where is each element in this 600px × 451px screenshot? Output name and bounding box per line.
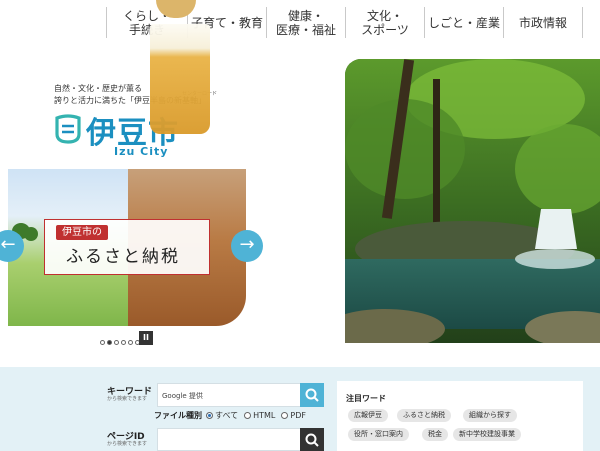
pause-icon[interactable]: II <box>139 331 153 345</box>
attention-tag-soshiki[interactable]: 組織から探す <box>463 409 517 422</box>
keyword-sublabel: から検索できます <box>107 396 148 402</box>
arrow-right-icon[interactable]: → <box>231 230 263 262</box>
nav-item-label: 健康・ <box>287 8 324 23</box>
attention-tag-madoguchi[interactable]: 役所・窓口案内 <box>348 428 409 441</box>
slider-dot[interactable] <box>100 340 105 345</box>
filetype-option-pdf[interactable]: PDF <box>281 411 306 420</box>
filetype-option-html[interactable]: HTML <box>244 411 275 420</box>
page-id-sublabel: から検索できます <box>107 441 148 447</box>
nav-item-kenko[interactable]: 健康・ 医療・福祉 <box>266 7 345 38</box>
nav-item-label: 市政情報 <box>518 15 567 30</box>
search-icon <box>305 433 319 447</box>
hero-photo-waterfall <box>345 59 600 343</box>
waterfall-photo-graphic <box>345 59 600 343</box>
radio-unchecked-icon <box>281 412 289 419</box>
slide-caption-title: ふるさと納税 <box>66 247 180 267</box>
nav-item-label: 文化・ <box>366 8 403 23</box>
slide-caption-tag: 伊豆市の <box>56 225 108 240</box>
attention-tag-koho[interactable]: 広報伊豆 <box>348 409 388 422</box>
google-provided-label: Google 提供 <box>162 392 203 400</box>
attention-words-title: 注目ワード <box>346 394 386 403</box>
nav-item-label: スポーツ <box>361 22 409 37</box>
search-icon <box>305 388 319 402</box>
attention-tag-chugakko[interactable]: 新中学校建設事業 <box>453 428 521 441</box>
radio-unchecked-icon <box>244 412 252 419</box>
nav-item-label: しごと・産業 <box>427 15 500 30</box>
page-id-search-button[interactable] <box>300 428 324 451</box>
nav-item-bunka[interactable]: 文化・ スポーツ <box>345 7 424 38</box>
attention-tag-furusato[interactable]: ふるさと納税 <box>397 409 451 422</box>
beer-glass-graphic <box>150 24 210 134</box>
radio-checked-icon <box>206 412 213 419</box>
slider-dot[interactable] <box>128 340 133 345</box>
city-logo-icon <box>55 114 81 144</box>
slider-dots <box>100 340 140 345</box>
nav-item-shisei[interactable]: 市政情報 <box>503 7 583 38</box>
global-nav: くらし・ 手続き 子育て・教育 健康・ 医療・福祉 文化・ スポーツ しごと・産… <box>0 0 600 44</box>
nav-item-shigoto[interactable]: しごと・産業 <box>424 7 503 38</box>
nav-item-label: 医療・福祉 <box>275 22 336 37</box>
city-logo-subtitle: Izu City <box>114 145 169 158</box>
filetype-label: ファイル種別 <box>154 411 202 420</box>
slider-dot[interactable] <box>114 340 119 345</box>
slider-dot-active[interactable] <box>107 340 112 345</box>
filetype-option-all[interactable]: すべて <box>206 410 238 421</box>
attention-tag-zeikin[interactable]: 税金 <box>422 428 448 441</box>
keyword-search-button[interactable] <box>300 383 324 407</box>
filetype-radio-group: すべて HTML PDF <box>206 410 306 421</box>
slider-dot[interactable] <box>121 340 126 345</box>
page-id-input[interactable] <box>157 428 301 451</box>
